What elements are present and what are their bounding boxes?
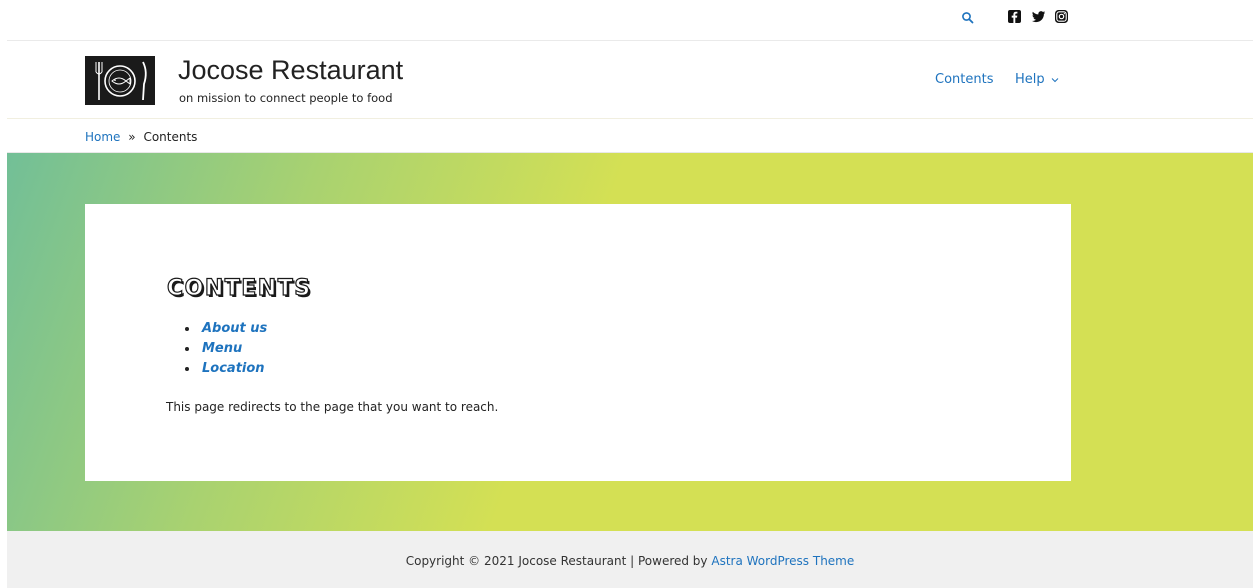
chevron-down-icon xyxy=(1051,77,1058,82)
list-item: Location xyxy=(185,359,267,379)
hero-section: Contents About us Menu Location This pag… xyxy=(7,153,1253,531)
list-item: About us xyxy=(185,319,267,339)
site-footer: Copyright © 2021 Jocose Restaurant | Pow… xyxy=(7,531,1253,588)
bullet-icon xyxy=(185,367,189,371)
about-us-link[interactable]: About us xyxy=(202,319,267,339)
footer-copyright: Copyright © 2021 Jocose Restaurant | Pow… xyxy=(7,554,1253,568)
breadcrumb-current: Contents xyxy=(143,130,198,144)
facebook-icon[interactable] xyxy=(1007,9,1022,24)
bullet-icon xyxy=(185,327,189,331)
instagram-icon[interactable] xyxy=(1054,9,1069,24)
site-title[interactable]: Jocose Restaurant xyxy=(178,55,403,86)
breadcrumb: Home » Contents xyxy=(85,130,197,144)
breadcrumb-separator: » xyxy=(128,130,136,144)
page-title: Contents xyxy=(166,275,312,301)
nav-item-contents-label: Contents xyxy=(935,72,994,87)
site-tagline: on mission to connect people to food xyxy=(179,91,393,105)
nav-item-help[interactable]: Help xyxy=(1015,72,1059,87)
nav-item-help-label: Help xyxy=(1015,72,1045,87)
content-card: Contents About us Menu Location This pag… xyxy=(85,204,1071,481)
list-item: Menu xyxy=(185,339,267,359)
breadcrumb-home-link[interactable]: Home xyxy=(85,130,120,144)
bullet-icon xyxy=(185,347,189,351)
search-icon[interactable] xyxy=(960,10,976,26)
nav-item-contents[interactable]: Contents xyxy=(935,72,993,87)
contents-list: About us Menu Location xyxy=(185,319,267,379)
astra-theme-link[interactable]: Astra WordPress Theme xyxy=(711,554,854,568)
footer-copyright-text: Copyright © 2021 Jocose Restaurant | Pow… xyxy=(405,554,708,568)
top-bar xyxy=(7,0,1253,41)
location-link[interactable]: Location xyxy=(202,359,265,379)
redirect-description: This page redirects to the page that you… xyxy=(166,400,499,414)
menu-link[interactable]: Menu xyxy=(202,339,242,359)
restaurant-logo-icon[interactable] xyxy=(85,56,155,105)
site-header: Jocose Restaurant on mission to connect … xyxy=(7,41,1253,119)
twitter-icon[interactable] xyxy=(1031,9,1046,24)
